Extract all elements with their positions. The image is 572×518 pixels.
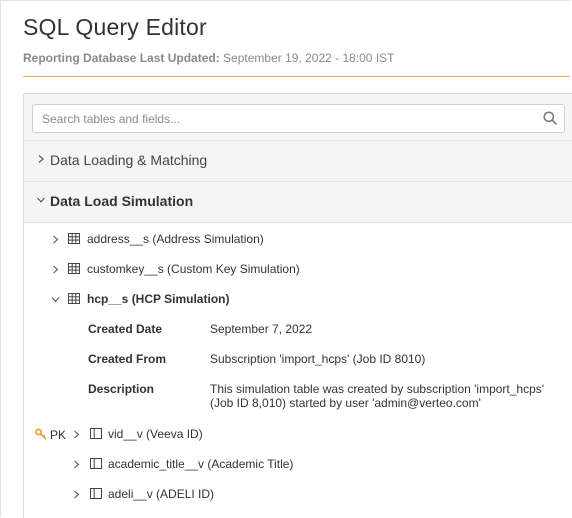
description-line: This simulation table was created by sub… [210, 382, 545, 396]
section-label: Data Load Simulation [50, 193, 194, 209]
search-input[interactable] [42, 105, 522, 132]
table-grid-icon [68, 263, 80, 274]
field-label: academic_title__v (Academic Title) [108, 457, 294, 471]
chevron-right-icon [53, 235, 59, 244]
field-row-academic-title[interactable]: academic_title__v (Academic Title) [24, 455, 524, 475]
created-from-value: Subscription 'import_hcps' (Job ID 8010) [210, 352, 426, 366]
page-title: SQL Query Editor [23, 14, 207, 40]
chevron-down-icon [51, 297, 60, 303]
created-date-value: September 7, 2022 [210, 322, 313, 336]
search-bar [24, 94, 572, 141]
table-grid-icon [68, 233, 80, 244]
section-data-loading-matching[interactable]: Data Loading & Matching [24, 141, 572, 182]
table-grid-icon [68, 293, 80, 304]
field-row-vid[interactable]: vid__v (Veeva ID) [24, 425, 524, 445]
search-box[interactable] [32, 104, 565, 133]
description-value: This simulation table was created by sub… [210, 382, 544, 410]
schema-browser-panel: Data Loading & Matching Data Load Simula… [23, 93, 572, 518]
created-from-label: Created From [88, 352, 167, 366]
last-updated-line: Reporting Database Last Updated: Septemb… [23, 51, 395, 65]
description-label: Description [88, 382, 155, 396]
description-line: (Job ID 8,010) started by user 'admin@ve… [210, 396, 481, 410]
chevron-right-icon [74, 430, 80, 439]
section-data-load-simulation[interactable]: Data Load Simulation [24, 182, 572, 223]
field-column-icon [90, 458, 102, 469]
created-date-label: Created Date [88, 322, 163, 336]
header-divider [23, 76, 570, 77]
chevron-right-icon [53, 265, 59, 274]
chevron-down-icon [37, 197, 45, 203]
table-label: customkey__s (Custom Key Simulation) [87, 262, 300, 276]
field-column-icon [90, 488, 102, 499]
chevron-right-icon [38, 155, 44, 163]
field-row-adeli[interactable]: adeli__v (ADELI ID) [24, 485, 524, 505]
search-icon[interactable] [543, 111, 557, 125]
last-updated-label: Reporting Database Last Updated: [23, 51, 220, 65]
table-label: hcp__s (HCP Simulation) [87, 292, 230, 306]
table-label: address__s (Address Simulation) [87, 232, 264, 246]
field-column-icon [90, 428, 102, 439]
chevron-right-icon [74, 490, 80, 499]
section-label: Data Loading & Matching [50, 152, 208, 168]
last-updated-value: September 19, 2022 - 18:00 IST [223, 51, 395, 65]
table-row-customkey[interactable]: customkey__s (Custom Key Simulation) [24, 260, 524, 280]
field-label: vid__v (Veeva ID) [108, 427, 203, 441]
table-row-address[interactable]: address__s (Address Simulation) [24, 230, 524, 250]
field-label: adeli__v (ADELI ID) [108, 487, 215, 501]
chevron-right-icon [74, 460, 80, 469]
table-row-hcp[interactable]: hcp__s (HCP Simulation) [24, 290, 524, 310]
